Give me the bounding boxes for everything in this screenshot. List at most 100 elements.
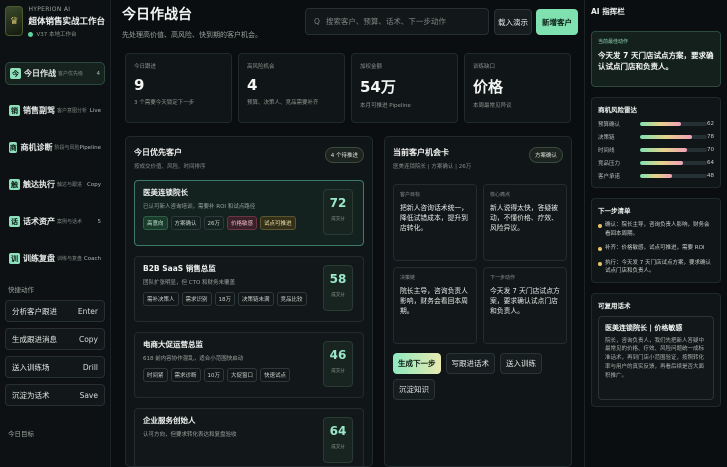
customer-card[interactable]: 医美连锁院长 已认可新人咨询培训，需要补 ROI 和试点路径 高意向 方案确认 …	[134, 180, 364, 246]
quick-actions-title: 快捷动作	[8, 286, 34, 294]
customer-card[interactable]: B2B SaaS 销售总监 团队扩张明显，但 CTO 和财务未覆盖 需补决策人 …	[134, 256, 364, 322]
reusable-script-title: 可复用话术	[598, 301, 631, 310]
risk-value: 64	[707, 159, 714, 166]
stat-value: 价格	[473, 78, 504, 96]
write-followup-script-button[interactable]: 写跟进话术	[445, 353, 495, 374]
customer-card[interactable]: 电商大促运营总监 618 前内容协作混乱，适合小范围快启动 时间紧 需求诊断 1…	[134, 332, 364, 398]
best-action-label: 当前最佳动作	[598, 39, 629, 45]
bullet-icon	[598, 224, 602, 228]
pending-badge: 4 个待推进	[324, 147, 364, 163]
risk-row: 决策链 78	[598, 131, 714, 142]
stat-value: 9	[134, 76, 145, 94]
nav-label: 今日作战	[24, 69, 56, 78]
search-box: Q	[305, 8, 489, 35]
quick-action-message-button[interactable]: 生成跟进消息 Copy	[5, 328, 105, 350]
reusable-script: 可复用话术 医美连锁院长 | 价格敏感 院长，咨询负责人，我们先把新人答疑中最常…	[591, 292, 721, 407]
nav-sub: 触达与跟进	[57, 182, 83, 188]
nav-sub: 客户意图分析	[57, 108, 88, 114]
add-customer-button[interactable]: 新增客户	[536, 9, 578, 35]
opportunity-cell: 决策链 院长主导，咨询负责人影响，财务会看回本周期。	[393, 267, 477, 344]
tag: 高意向	[143, 216, 168, 230]
panel-subtitle: 医美连锁院长 | 方案确认 | 26万	[393, 164, 472, 170]
risk-bar-track	[639, 160, 707, 165]
nav-sub: 案例与话术	[57, 219, 83, 225]
stat-desc: 3 个需要今天锁定下一步	[134, 100, 195, 106]
nav-label: 商机诊断	[20, 143, 53, 152]
tag: 26万	[203, 216, 225, 230]
next-step-text: 确认：院长主导，咨询负责人影响，财务会看回本周期。	[605, 222, 710, 237]
nav-item-scripts[interactable]: 话话术资产 案例与话术 5	[5, 210, 105, 233]
bullet-icon	[598, 247, 602, 252]
score-label: 成交分	[331, 293, 345, 298]
qa-label: 沉淀为话术	[12, 390, 50, 400]
stat-card: 加权金额 54万 本月可推进 Pipeline	[351, 53, 458, 123]
quick-action-analyze-button[interactable]: 分析客户跟进 Enter	[5, 300, 105, 322]
risk-label: 决策链	[598, 134, 615, 141]
today-goal-label: 今日目标	[8, 430, 34, 438]
customer-desc: 已认可新人咨询培训，需要补 ROI 和试点路径	[143, 204, 256, 210]
script-card[interactable]: 医美连锁院长 | 价格敏感 院长，咨询负责人，我们先把新人答疑中最常见的价格、疗…	[598, 315, 714, 400]
qa-label: 生成跟进消息	[12, 334, 57, 344]
next-steps: 下一步清单 确认：院长主导，咨询负责人影响，财务会看回本周期。 补齐：价格敏感，…	[591, 198, 721, 283]
nav-label: 训练复盘	[23, 254, 55, 263]
main-area: 今日作战台 先处理高价值、高风险、快到期的客户机会。 Q 载入演示 新增客户 今…	[116, 0, 579, 467]
stat-label: 高风险机会	[247, 64, 275, 70]
stat-label: 今日跟进	[134, 64, 157, 70]
stat-card: 训练缺口 价格 本周最常见异议	[464, 53, 571, 123]
cell-label: 客户目标	[400, 192, 421, 198]
score-box: 46 成交分	[323, 341, 353, 387]
brand: ♛ HYPERION AI 超体销售实战工作台 V37 本地工作台	[5, 6, 105, 48]
stat-label: 训练缺口	[473, 64, 496, 70]
risk-bar-fill	[639, 121, 682, 126]
cell-label: 下一步动作	[490, 275, 516, 281]
best-action-box: 当前最佳动作 今天发 7 天门店试点方案，要求确认试点门店和负责人。	[591, 31, 721, 87]
tag: 需求诊断	[170, 368, 201, 382]
qa-label: 送入训练场	[12, 362, 50, 372]
cell-label: 决策链	[400, 275, 416, 281]
nav-diagnosis-icon: 商	[9, 142, 18, 153]
risk-bar-track	[639, 147, 707, 152]
score-box: 58 成交分	[323, 265, 353, 311]
customer-desc: 团队扩张明显，但 CTO 和财务未覆盖	[143, 280, 236, 286]
nav-item-copilot[interactable]: 销销售副驾 客户意图分析 Live	[5, 99, 105, 122]
nav-item-today[interactable]: 今今日作战 客户优先级 4	[5, 62, 105, 85]
app-window: ♛ HYPERION AI 超体销售实战工作台 V37 本地工作台 今今日作战客…	[0, 0, 727, 467]
qa-key: Copy	[78, 334, 98, 344]
stat-desc: 本月可推进 Pipeline	[360, 103, 411, 109]
nav-item-diagnosis[interactable]: 商商机诊断 阶段与风险 Pipeline	[5, 136, 105, 159]
tag: 快速试点	[260, 368, 291, 382]
status-dot-icon	[28, 31, 34, 37]
next-step-text: 执行：今天发 7 天门店试点方案，要求确认试点门店和负责人。	[605, 259, 711, 275]
risk-bar-fill	[639, 160, 683, 165]
search-icon: Q	[314, 17, 320, 26]
quick-action-save-button[interactable]: 沉淀为话术 Save	[5, 384, 105, 406]
panel-title: 当前客户机会卡	[393, 148, 449, 157]
nav-badge: 4	[96, 70, 101, 77]
nav-scripts-icon: 话	[9, 216, 20, 227]
send-to-training-button[interactable]: 送入训练	[500, 353, 542, 374]
quick-action-drill-button[interactable]: 送入训练场 Drill	[5, 356, 105, 378]
next-steps-title: 下一步清单	[598, 207, 631, 215]
score-box: 72 成交分	[323, 189, 353, 235]
save-knowledge-button[interactable]: 沉淀知识	[393, 379, 435, 400]
nav-sub: 训练与复盘	[57, 256, 83, 262]
score-value: 64	[329, 424, 347, 438]
customer-desc: 认可方向，但要求转化表达和复盘验收	[143, 432, 237, 438]
risk-bar-track	[639, 173, 707, 178]
generate-next-step-button[interactable]: 生成下一步	[393, 353, 441, 374]
risk-bars: 预算确认 62 决策链 78 时间线 70 竞品压力 64 客户承诺 48	[598, 118, 714, 181]
score-label: 成交分	[331, 445, 345, 450]
brand-tag: HYPERION AI	[28, 6, 71, 13]
load-demo-button[interactable]: 载入演示	[494, 9, 532, 35]
panel-title: 今日优先客户	[134, 148, 182, 157]
opportunity-cell: 核心痛点 新人说得太快，答疑被动，不懂价格、疗效、风险异议。	[483, 184, 567, 261]
risk-label: 预算确认	[598, 121, 621, 128]
search-input[interactable]	[325, 17, 476, 26]
cell-value: 新人说得太快，答疑被动，不懂价格、疗效、风险异议。	[490, 204, 558, 233]
customer-card[interactable]: 企业服务创始人 认可方向，但要求转化表达和复盘验收 64 成交分	[134, 408, 364, 466]
nav-item-training[interactable]: 训训练复盘 训练与复盘 Coach	[5, 247, 105, 270]
score-label: 成交分	[331, 217, 345, 222]
nav-sub: 阶段与风险	[54, 145, 80, 151]
nav-item-outreach[interactable]: 触触达执行 触达与跟进 Copy	[5, 173, 105, 196]
cell-value: 把新人咨询话术统一，降低试错成本，提升到店转化。	[400, 204, 468, 233]
